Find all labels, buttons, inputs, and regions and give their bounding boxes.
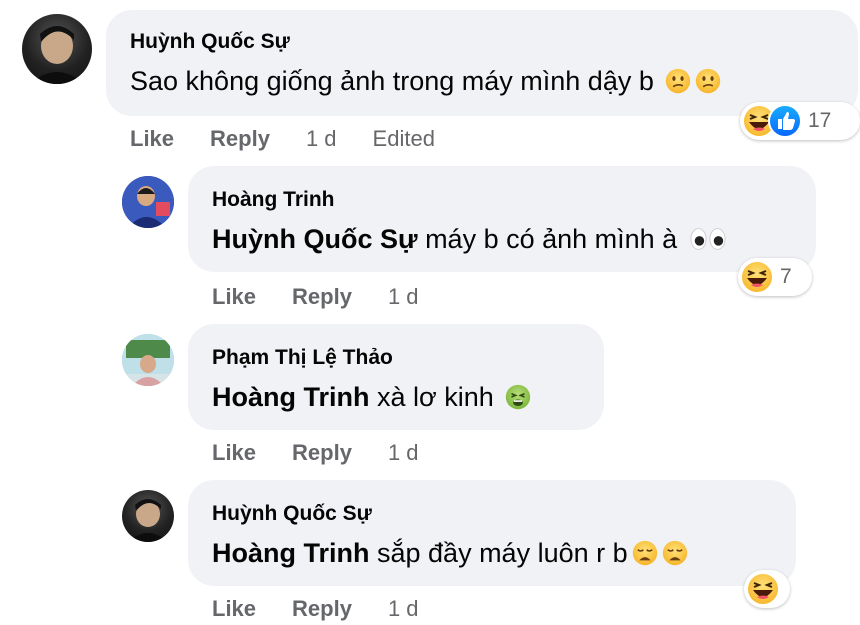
reaction-summary[interactable]: 17: [740, 102, 860, 140]
comment-text: Sao không giống ảnh trong máy mình dậy b: [130, 66, 721, 97]
reply-button[interactable]: Reply: [292, 440, 352, 465]
eyes-icon: [690, 228, 726, 250]
comment-timestamp[interactable]: 1 d: [388, 440, 419, 465]
comment-text-body: sắp đầy máy luôn r b: [369, 538, 628, 568]
like-button[interactable]: Like: [130, 126, 174, 151]
reply-button[interactable]: Reply: [210, 126, 270, 151]
comment-actions: Like Reply 1 d: [212, 284, 455, 310]
comment-timestamp[interactable]: 1 d: [388, 596, 419, 621]
comment-bubble: [106, 10, 858, 116]
laugh-reaction-icon: [740, 260, 774, 294]
reaction-summary[interactable]: 7: [738, 258, 812, 296]
mention-link[interactable]: Huỳnh Quốc Sự: [212, 224, 418, 254]
comment-bubble: [188, 324, 604, 430]
profile-photo-icon: [30, 26, 84, 84]
like-reaction-icon: [768, 104, 802, 138]
comment-author[interactable]: Huỳnh Quốc Sự: [130, 30, 290, 54]
comment-bubble: [188, 166, 816, 272]
avatar[interactable]: [22, 14, 92, 84]
like-button[interactable]: Like: [212, 284, 256, 309]
weary-face-icon: [662, 540, 687, 566]
comment-author[interactable]: Phạm Thị Lệ Thảo: [212, 346, 393, 370]
avatar[interactable]: [122, 334, 174, 386]
comment-text: Huỳnh Quốc Sự máy b có ảnh mình à: [212, 224, 727, 255]
comment-timestamp[interactable]: 1 d: [306, 126, 337, 151]
comment-timestamp[interactable]: 1 d: [388, 284, 419, 309]
confused-face-icon: [666, 68, 691, 94]
mention-link[interactable]: Hoàng Trinh: [212, 382, 370, 412]
laugh-reaction-icon: [746, 572, 780, 606]
comment-actions: Like Reply 1 d Edited: [130, 126, 471, 152]
profile-photo-icon: [122, 334, 174, 386]
comment-text: Hoàng Trinh xà lơ kinh: [212, 382, 531, 413]
profile-photo-icon: [122, 176, 174, 228]
nauseated-face-icon: [506, 384, 531, 410]
reply-button[interactable]: Reply: [292, 284, 352, 309]
avatar[interactable]: [122, 490, 174, 542]
reaction-summary[interactable]: [744, 570, 790, 608]
comment-actions: Like Reply 1 d: [212, 596, 455, 622]
comment-actions: Like Reply 1 d: [212, 440, 455, 466]
avatar[interactable]: [122, 176, 174, 228]
mention-link[interactable]: Hoàng Trinh: [212, 538, 370, 568]
confused-face-icon: [696, 68, 721, 94]
reaction-count: 7: [780, 265, 792, 288]
like-button[interactable]: Like: [212, 596, 256, 621]
weary-face-icon: [632, 540, 657, 566]
reaction-count: 17: [808, 109, 832, 132]
edited-label[interactable]: Edited: [373, 126, 435, 151]
comment-text-body: máy b có ảnh mình à: [417, 224, 678, 254]
reply-button[interactable]: Reply: [292, 596, 352, 621]
comment-bubble: [188, 480, 796, 586]
comment-author[interactable]: Huỳnh Quốc Sự: [212, 502, 372, 526]
like-button[interactable]: Like: [212, 440, 256, 465]
profile-photo-icon: [128, 499, 168, 542]
comment-text-body: xà lơ kinh: [369, 382, 494, 412]
comment-author[interactable]: Hoàng Trinh: [212, 188, 335, 212]
comment-text: Hoàng Trinh sắp đầy máy luôn r b: [212, 538, 688, 569]
comment-text-body: Sao không giống ảnh trong máy mình dậy b: [130, 66, 654, 96]
